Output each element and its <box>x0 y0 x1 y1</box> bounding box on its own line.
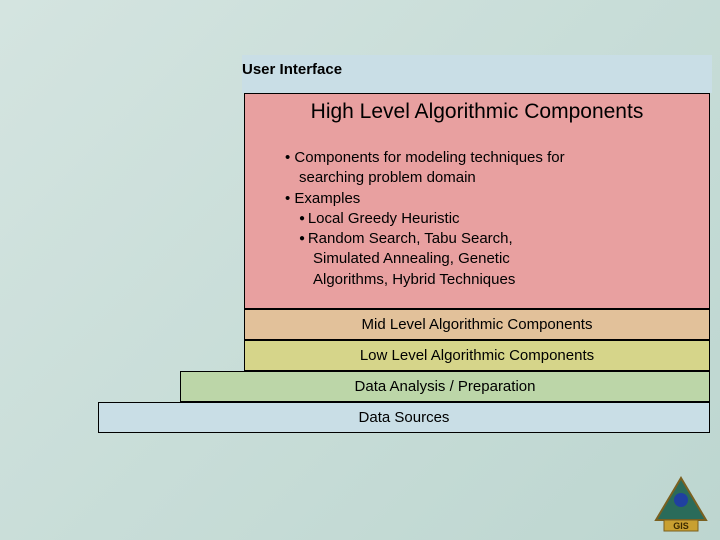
layer-mid-level-algorithmic: Mid Level Algorithmic Components <box>244 309 710 340</box>
layer-data-sources: Data Sources <box>98 402 710 433</box>
layer-data-analysis-prep: Data Analysis / Preparation <box>180 371 710 402</box>
hlac-bullet-1: Components for modeling techniques for s… <box>285 148 695 189</box>
hlac-title: High Level Algorithmic Components <box>259 100 695 124</box>
svg-text:GIS: GIS <box>673 521 689 531</box>
hlac-example-1: Local Greedy Heuristic <box>299 209 695 229</box>
layer-high-level-algorithmic: High Level Algorithmic Components Compon… <box>244 93 710 309</box>
gis-logo-icon: GIS <box>652 476 710 534</box>
hlac-example-2: Random Search, Tabu Search, Simulated An… <box>299 229 695 290</box>
hlac-bullet-2: Examples <box>285 189 695 209</box>
gis-logo: GIS <box>652 476 710 534</box>
layer-low-level-algorithmic: Low Level Algorithmic Components <box>244 340 710 371</box>
layer-user-interface: User Interface <box>242 55 712 93</box>
architecture-stack: User Interface High Level Algorithmic Co… <box>98 55 623 433</box>
